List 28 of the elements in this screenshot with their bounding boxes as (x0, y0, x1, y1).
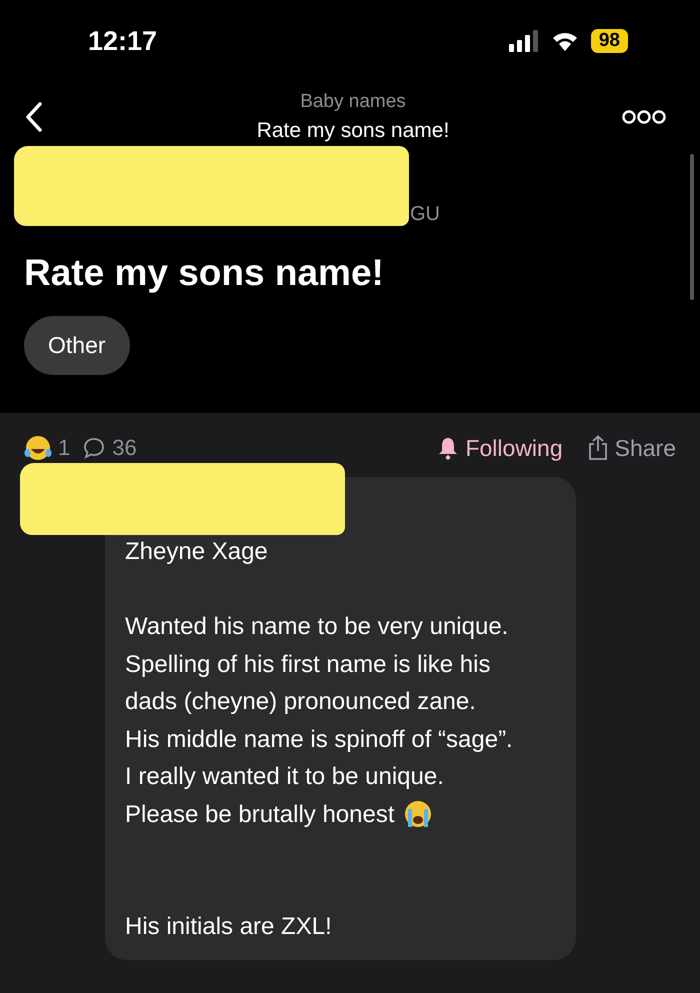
emoji-icon[interactable] (24, 434, 52, 462)
post-title: Rate my sons name! (24, 252, 385, 294)
battery-indicator: 98 (590, 29, 628, 53)
following-button[interactable]: Following (437, 434, 563, 462)
reaction-count: 1 (58, 435, 70, 461)
comment-icon[interactable] (82, 436, 106, 460)
message-text: His middle name is spinoff of “sage”. (125, 724, 513, 754)
message-text: dads (cheyne) pronounced zane. (125, 687, 476, 717)
wifi-icon (550, 30, 579, 52)
more-icon[interactable] (622, 109, 666, 125)
message-text: Zheyne Xage (125, 537, 268, 567)
emoji-icon (402, 799, 433, 830)
signal-icon (508, 30, 539, 52)
header-title: Rate my sons name! (256, 119, 450, 143)
message-text: Please be brutally honest (125, 800, 395, 830)
share-icon (586, 435, 609, 461)
message-text: Wanted his name to be very unique. (125, 612, 508, 642)
tag-chip[interactable]: Other (24, 316, 130, 375)
message-text: I really wanted it to be unique. (125, 762, 444, 792)
comment-count: 36 (112, 435, 137, 461)
message-text: Spelling of his first name is like his (125, 650, 490, 680)
bell-icon (437, 436, 460, 460)
status-time: 12:17 (88, 26, 158, 56)
community-name[interactable]: Baby names (300, 91, 406, 113)
author-name: GU (410, 203, 440, 227)
message-text: His initials are ZXL! (125, 912, 332, 942)
share-button[interactable]: Share (586, 434, 676, 462)
back-icon[interactable] (24, 101, 44, 133)
